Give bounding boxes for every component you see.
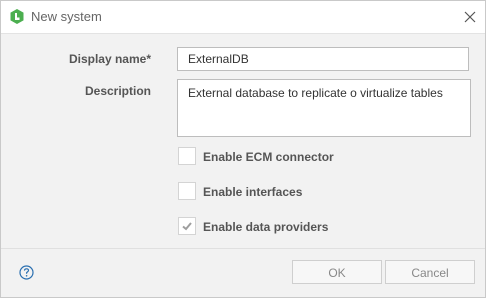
checkbox-label: Enable interfaces bbox=[203, 185, 303, 199]
checkmark-icon bbox=[182, 222, 192, 231]
display-name-label: Display name* bbox=[68, 52, 151, 66]
ok-button[interactable]: OK bbox=[292, 260, 382, 284]
checkbox-label: Enable ECM connector bbox=[203, 150, 334, 164]
checkbox-label: Enable data providers bbox=[203, 220, 329, 234]
cancel-button[interactable]: Cancel bbox=[385, 260, 475, 284]
help-icon[interactable] bbox=[19, 265, 34, 280]
description-label: Description bbox=[84, 84, 151, 98]
app-logo-icon bbox=[10, 9, 24, 24]
new-system-dialog: New system Display name* Description Ext… bbox=[0, 0, 486, 298]
close-icon[interactable] bbox=[461, 8, 479, 26]
display-name-input[interactable] bbox=[177, 47, 469, 71]
title-bar: New system bbox=[1, 1, 485, 34]
checkbox-box[interactable] bbox=[178, 147, 196, 165]
window-title: New system bbox=[31, 9, 102, 24]
footer-divider bbox=[1, 248, 485, 249]
checkbox-box[interactable] bbox=[178, 182, 196, 200]
checkbox-box[interactable] bbox=[178, 217, 196, 235]
description-textarea[interactable]: External database to replicate o virtual… bbox=[177, 79, 471, 137]
